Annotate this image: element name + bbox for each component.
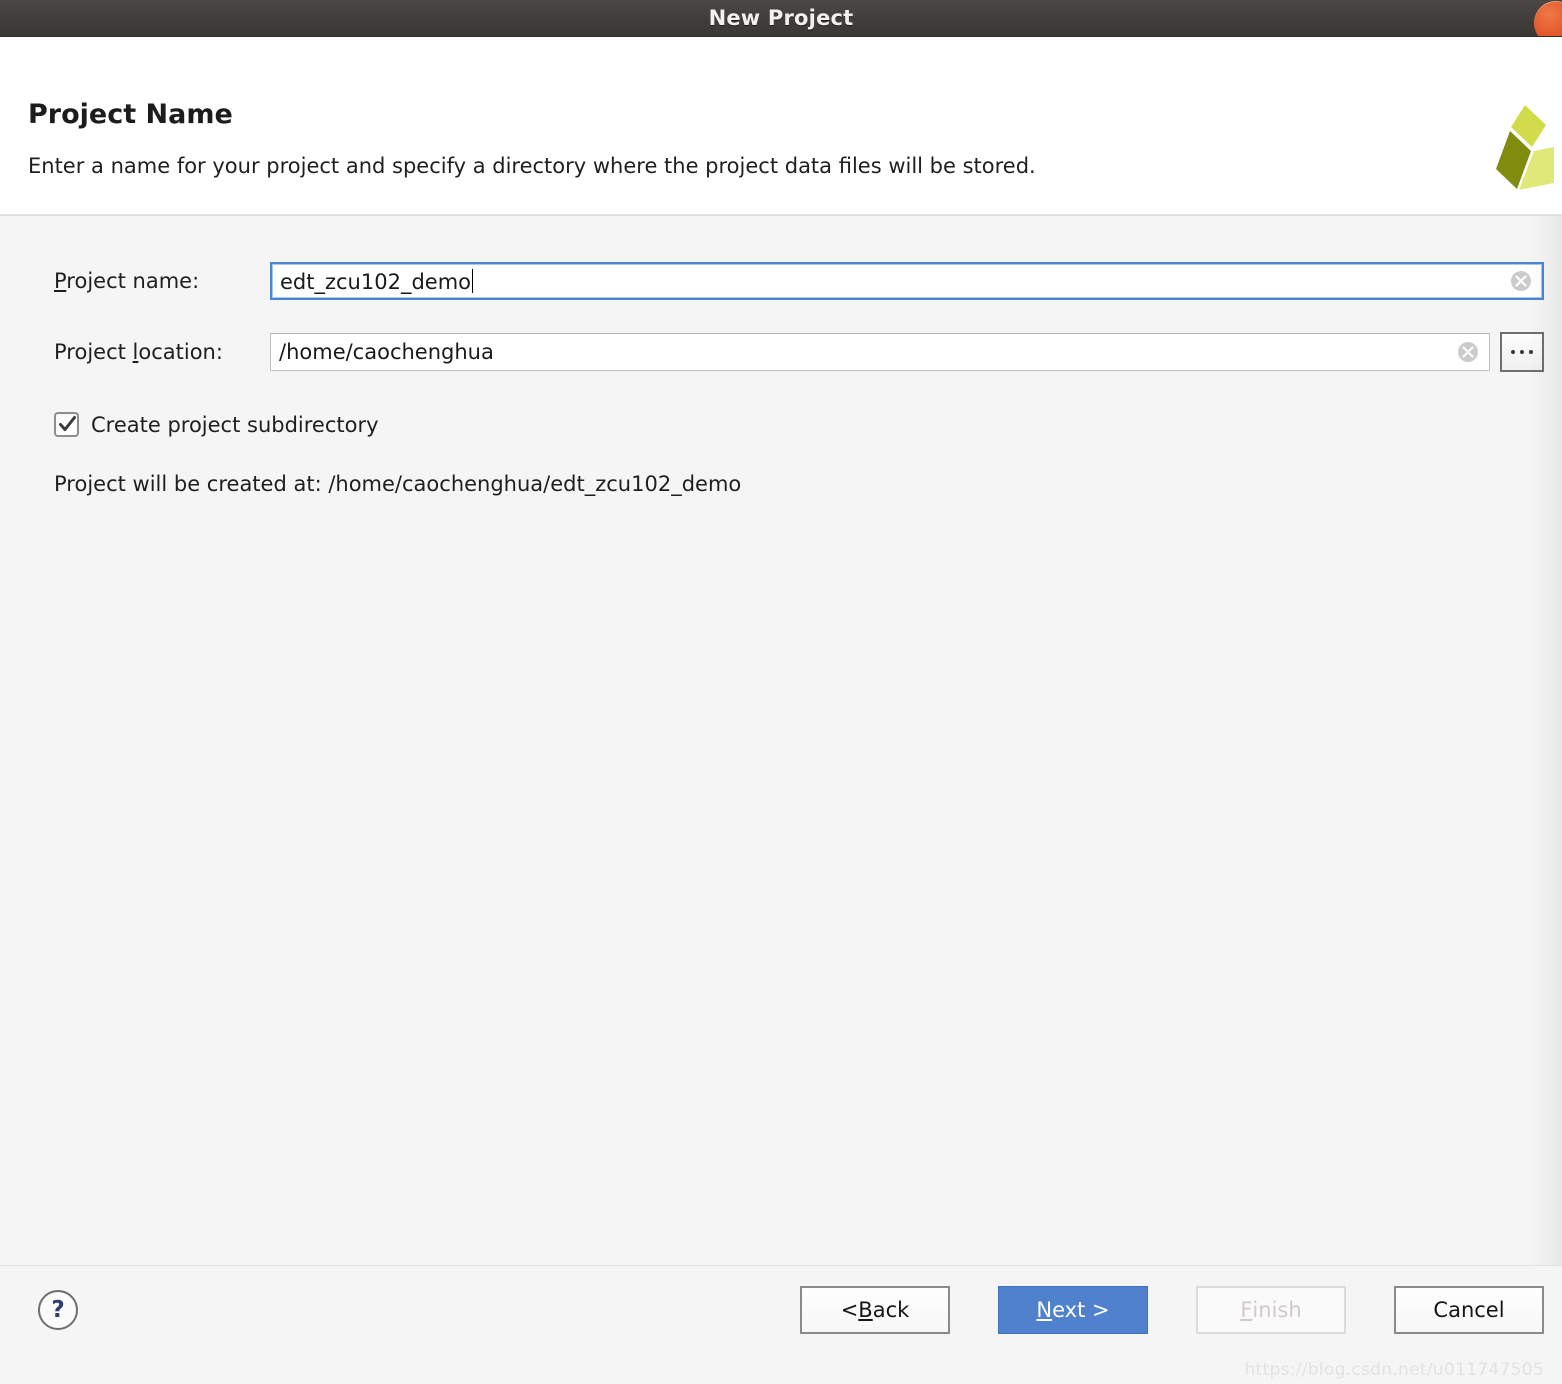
- project-location-label-prefix: Project: [54, 340, 133, 364]
- back-button-mnemonic: B: [858, 1298, 873, 1322]
- next-button[interactable]: Next >: [998, 1286, 1148, 1334]
- checkbox-box[interactable]: [54, 412, 79, 437]
- project-location-value: /home/caochenghua: [279, 340, 494, 364]
- project-location-row: Project location: /home/caochenghua: [54, 332, 1544, 372]
- question-mark-icon[interactable]: ?: [38, 1290, 78, 1330]
- finish-button-mnemonic: F: [1240, 1298, 1253, 1322]
- ellipsis-icon: [1529, 350, 1533, 354]
- project-name-label-mnemonic: P: [54, 269, 67, 293]
- page-title: Project Name: [28, 99, 233, 130]
- create-subdirectory-label: Create project subdirectory: [91, 412, 379, 437]
- project-name-input[interactable]: edt_zcu102_demo: [270, 262, 1544, 300]
- ellipsis-icon: [1511, 350, 1515, 354]
- created-at-text: Project will be created at: /home/caoche…: [54, 472, 742, 496]
- project-location-label: Project location:: [54, 340, 270, 364]
- browse-button[interactable]: [1500, 332, 1544, 372]
- next-button-rest: ext >: [1052, 1298, 1110, 1322]
- new-project-dialog: New Project Project Name Enter a name fo…: [0, 0, 1562, 1384]
- project-name-value: edt_zcu102_demo: [280, 269, 471, 294]
- clear-icon[interactable]: [1510, 270, 1532, 292]
- project-location-label-rest: ocation:: [138, 340, 223, 364]
- project-name-label: Project name:: [54, 269, 270, 293]
- finish-button-rest: inish: [1252, 1298, 1302, 1322]
- wizard-footer: ? < Back Next > Finish Cancel https://bl…: [0, 1265, 1562, 1384]
- cancel-button-label: Cancel: [1433, 1298, 1505, 1322]
- back-button-rest: ack: [872, 1298, 910, 1322]
- ellipsis-icon: [1520, 350, 1524, 354]
- close-icon[interactable]: [1534, 1, 1562, 36]
- wizard-body: Project name: edt_zcu102_demo Project lo…: [0, 216, 1562, 1265]
- checkmark-icon: [59, 416, 76, 431]
- project-name-label-rest: roject name:: [66, 269, 200, 293]
- window-titlebar: New Project: [0, 0, 1562, 37]
- wizard-header: Project Name Enter a name for your proje…: [0, 37, 1562, 214]
- back-button[interactable]: < Back: [800, 1286, 950, 1334]
- xilinx-pinwheel-logo-icon: [1484, 103, 1554, 191]
- project-name-row: Project name: edt_zcu102_demo: [54, 262, 1544, 300]
- next-button-mnemonic: N: [1036, 1298, 1053, 1322]
- watermark-text: https://blog.csdn.net/u011747505: [1244, 1360, 1544, 1380]
- finish-button: Finish: [1196, 1286, 1346, 1334]
- wizard-button-group: < Back Next > Finish Cancel: [800, 1286, 1544, 1334]
- create-subdirectory-checkbox[interactable]: Create project subdirectory: [54, 412, 379, 437]
- text-caret: [472, 268, 473, 293]
- help-label: ?: [51, 1297, 65, 1323]
- window-title: New Project: [708, 6, 854, 30]
- project-location-input[interactable]: /home/caochenghua: [270, 333, 1490, 371]
- cancel-button[interactable]: Cancel: [1394, 1286, 1544, 1334]
- page-subtitle: Enter a name for your project and specif…: [28, 154, 1036, 178]
- clear-icon[interactable]: [1457, 341, 1479, 363]
- back-button-prefix: <: [840, 1298, 859, 1322]
